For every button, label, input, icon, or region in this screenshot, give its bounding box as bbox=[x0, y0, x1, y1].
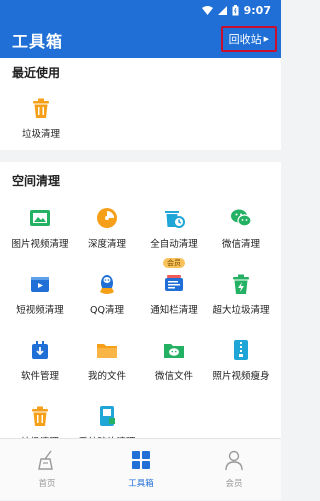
tool-label: 超大垃圾清理 bbox=[212, 305, 270, 316]
tool-label: 软件管理 bbox=[20, 371, 59, 382]
auto-clean-icon bbox=[162, 206, 186, 230]
tool-auto-clean[interactable]: 全自动清理 会员 bbox=[139, 206, 209, 269]
tool-label: 微信文件 bbox=[154, 371, 193, 382]
deep-clean-icon bbox=[95, 206, 119, 230]
app-manage-icon bbox=[28, 338, 52, 362]
trash-icon bbox=[29, 96, 53, 120]
tool-notification-clean[interactable]: 通知栏清理 bbox=[139, 272, 209, 316]
triangle-right-icon: ▶ bbox=[263, 35, 269, 43]
tool-qq-clean[interactable]: QQ清理 bbox=[72, 272, 142, 316]
recent-item-trash-clean[interactable]: 垃圾清理 bbox=[6, 96, 76, 140]
compress-icon bbox=[229, 338, 253, 362]
battery-icon bbox=[232, 4, 239, 16]
tool-label: 我的文件 bbox=[87, 371, 126, 382]
status-bar: 9:07 bbox=[0, 0, 281, 20]
fragment-icon bbox=[95, 404, 119, 428]
tab-label: 首页 bbox=[38, 479, 56, 489]
app-bar: 工具箱 回收站 ▶ bbox=[0, 20, 281, 58]
tool-label: 微信清理 bbox=[221, 239, 260, 250]
wechat-icon bbox=[229, 206, 253, 230]
vip-badge: 会员 bbox=[163, 258, 185, 268]
photo-video-icon bbox=[28, 206, 52, 230]
folder-icon bbox=[95, 338, 119, 362]
notification-icon bbox=[162, 272, 186, 296]
space-clean-section: 空间清理 图片视频清理 深度清理 全自动清理 会员 微信清理 短视频清理 QQ清… bbox=[0, 162, 281, 466]
trash-icon bbox=[28, 404, 52, 428]
tool-wechat-files[interactable]: 微信文件 bbox=[139, 338, 209, 382]
recent-section: 最近使用 垃圾清理 bbox=[0, 58, 281, 150]
tool-large-junk-clean[interactable]: 超大垃圾清理 bbox=[206, 272, 276, 316]
recycle-bin-label: 回收站 bbox=[228, 33, 262, 46]
space-clean-title: 空间清理 bbox=[12, 174, 61, 188]
tool-short-video-clean[interactable]: 短视频清理 bbox=[5, 272, 75, 316]
qq-icon bbox=[95, 272, 119, 296]
tool-label: 照片视频瘦身 bbox=[212, 371, 270, 382]
tab-home[interactable]: 首页 bbox=[0, 439, 94, 501]
status-time: 9:07 bbox=[243, 3, 271, 17]
tool-label: 短视频清理 bbox=[16, 305, 64, 316]
toolbox-icon bbox=[130, 449, 152, 471]
tool-wechat-clean[interactable]: 微信清理 bbox=[206, 206, 276, 250]
tab-label: 会员 bbox=[225, 479, 243, 489]
home-icon bbox=[36, 449, 58, 471]
tool-label: QQ清理 bbox=[90, 305, 124, 316]
signal-icon bbox=[217, 5, 227, 15]
tab-label: 工具箱 bbox=[128, 479, 154, 489]
member-icon bbox=[223, 449, 245, 471]
tool-label: 深度清理 bbox=[87, 239, 126, 250]
tab-toolbox[interactable]: 工具箱 bbox=[94, 439, 188, 501]
large-junk-icon bbox=[229, 272, 253, 296]
recycle-bin-button[interactable]: 回收站 ▶ bbox=[220, 26, 277, 52]
tool-deep-clean[interactable]: 深度清理 bbox=[72, 206, 142, 250]
tool-label: 图片视频清理 bbox=[11, 239, 69, 250]
tab-member[interactable]: 会员 bbox=[187, 439, 281, 501]
wifi-icon bbox=[201, 5, 213, 15]
recent-item-label: 垃圾清理 bbox=[21, 129, 60, 140]
tool-photo-video-clean[interactable]: 图片视频清理 bbox=[5, 206, 75, 250]
tool-app-manage[interactable]: 软件管理 bbox=[5, 338, 75, 382]
tool-label: 全自动清理 bbox=[150, 239, 198, 250]
bottom-tab-bar: 首页 工具箱 会员 bbox=[0, 438, 281, 500]
recent-title: 最近使用 bbox=[12, 66, 61, 80]
tool-label: 通知栏清理 bbox=[150, 305, 198, 316]
tool-media-compress[interactable]: 照片视频瘦身 bbox=[206, 338, 276, 382]
tool-my-files[interactable]: 我的文件 bbox=[72, 338, 142, 382]
page-title: 工具箱 bbox=[12, 32, 64, 51]
wechat-file-icon bbox=[162, 338, 186, 362]
short-video-icon bbox=[28, 272, 52, 296]
